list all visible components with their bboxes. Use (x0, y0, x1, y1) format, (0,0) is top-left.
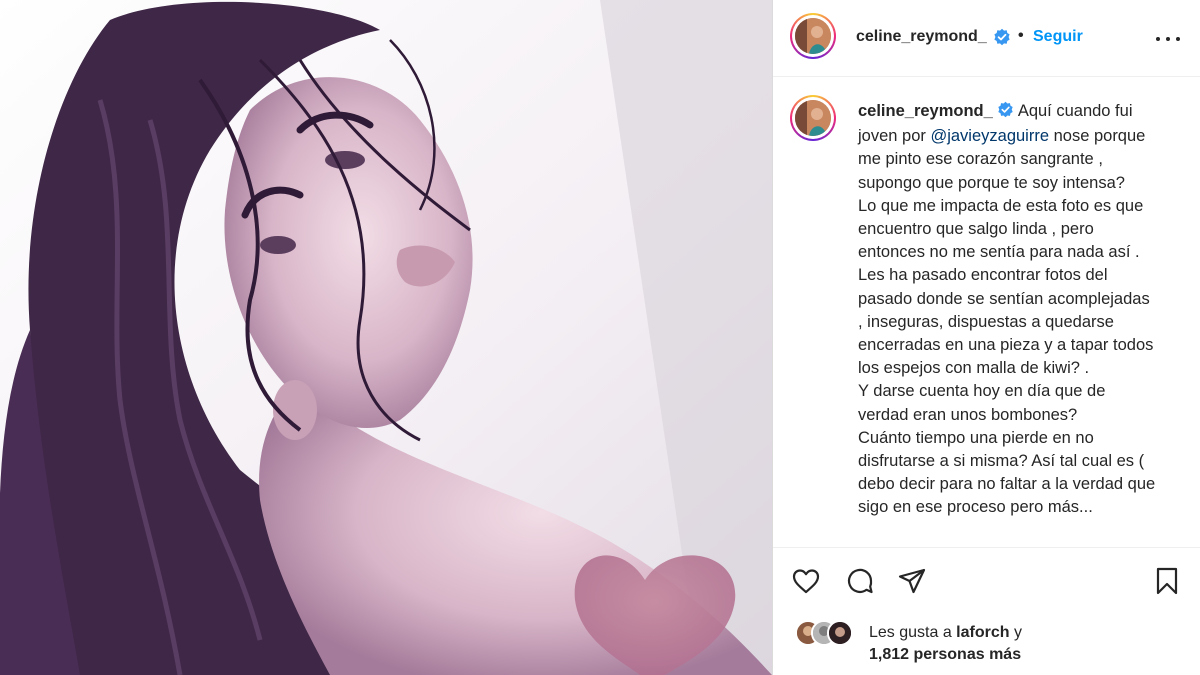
actions-divider (773, 547, 1200, 548)
author-username[interactable]: celine_reymond_ (856, 28, 987, 46)
post-header: celine_reymond_ • Seguir (773, 0, 1200, 77)
caption-mention-link[interactable]: @javieyzaguirre (930, 127, 1049, 145)
caption-section: celine_reymond_ Aquí cuando fui joven po… (773, 77, 1200, 547)
caption-paragraph-4: Cuánto tiempo una pierde en no disfrutar… (858, 428, 1156, 517)
liker-username-link[interactable]: laforch (956, 624, 1009, 641)
verified-badge-icon (997, 101, 1014, 125)
likes-prefix: Les gusta a (869, 624, 957, 641)
caption-author-avatar[interactable] (790, 95, 836, 141)
caption-username[interactable]: celine_reymond_ (858, 102, 993, 120)
follow-button[interactable]: Seguir (1033, 28, 1083, 46)
avatar-border (792, 15, 834, 57)
likes-suffix: y (1009, 624, 1022, 641)
more-options-icon[interactable] (1153, 24, 1183, 52)
liker-avatar[interactable] (827, 620, 853, 646)
avatar-image (795, 100, 831, 136)
comment-icon[interactable] (845, 566, 875, 601)
follow-separator: • (1018, 27, 1024, 44)
bookmark-icon[interactable] (1153, 566, 1181, 601)
caption-paragraph-3: Y darse cuenta hoy en día que de verdad … (858, 382, 1106, 424)
avatar-border (792, 97, 834, 139)
likes-text: Les gusta a laforch y 1,812 personas más (869, 622, 1189, 666)
share-icon[interactable] (897, 566, 927, 601)
author-avatar[interactable] (790, 13, 836, 59)
likes-count-link[interactable]: 1,812 personas más (869, 646, 1021, 663)
caption-paragraph-2: Lo que me impacta de esta foto es que en… (858, 196, 1154, 378)
avatar-photo-art (795, 18, 831, 54)
caption-text: celine_reymond_ Aquí cuando fui joven po… (858, 100, 1158, 520)
post-side-panel: celine_reymond_ • Seguir celine_reymond_… (773, 0, 1200, 675)
verified-badge-icon (993, 28, 1011, 51)
avatar-photo-art (795, 100, 831, 136)
post-photo[interactable] (0, 0, 772, 675)
heart-icon[interactable] (791, 566, 821, 601)
post-image-art (0, 0, 772, 675)
avatar-image (795, 18, 831, 54)
